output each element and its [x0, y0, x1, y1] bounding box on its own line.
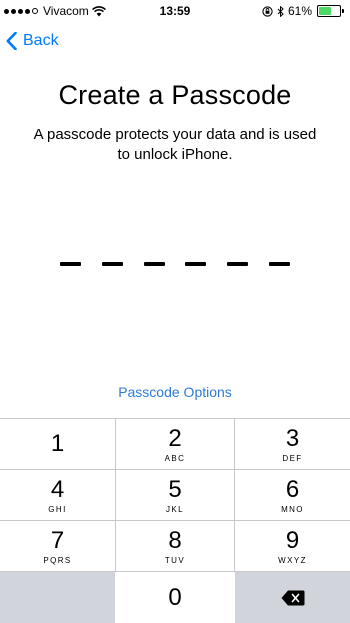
- orientation-lock-icon: [262, 5, 273, 17]
- battery-percentage: 61%: [287, 4, 312, 18]
- passcode-entry-field: [60, 262, 290, 268]
- page-title: Create a Passcode: [58, 80, 292, 110]
- key-letters: DEF: [282, 453, 303, 463]
- key-blank: [0, 571, 115, 623]
- key-digit: 9: [285, 526, 300, 554]
- delete-backspace-icon: [281, 590, 304, 605]
- key-letters: MNO: [281, 504, 304, 514]
- passcode-digit-placeholder: [60, 262, 81, 266]
- status-right: 61%: [262, 4, 344, 18]
- battery-level-fill: [319, 7, 331, 15]
- key-8[interactable]: 8 TUV: [115, 520, 235, 571]
- passcode-digit-placeholder: [268, 262, 290, 266]
- battery-tip: [342, 9, 344, 13]
- key-digit: 6: [285, 475, 300, 503]
- passcode-description: A passcode protects your data and is use…: [33, 126, 317, 163]
- key-4[interactable]: 4 GHI: [0, 469, 115, 520]
- back-label: Back: [23, 32, 59, 49]
- key-1[interactable]: 1: [0, 418, 115, 469]
- key-0[interactable]: 0: [115, 571, 235, 623]
- passcode-digit-placeholder: [185, 262, 207, 266]
- key-7[interactable]: 7 PQRS: [0, 520, 115, 571]
- key-digit: 5: [168, 475, 182, 503]
- key-digit: 7: [50, 526, 65, 554]
- key-letters: TUV: [164, 555, 186, 565]
- key-letters: WXYZ: [278, 555, 307, 565]
- passcode-digit-placeholder: [227, 262, 249, 266]
- key-digit: 2: [168, 424, 182, 452]
- key-letters: PQRS: [43, 555, 72, 565]
- chevron-left-icon: [6, 32, 17, 50]
- key-2[interactable]: 2 ABC: [115, 418, 235, 469]
- back-button[interactable]: Back: [6, 30, 59, 52]
- key-5[interactable]: 5 JKL: [115, 469, 235, 520]
- key-digit: 8: [168, 526, 182, 554]
- delete-button[interactable]: [235, 571, 350, 623]
- bluetooth-icon: [277, 5, 284, 17]
- battery-icon: [317, 5, 341, 17]
- key-letters: ABC: [164, 453, 186, 463]
- passcode-digit-placeholder: [101, 262, 123, 266]
- numeric-keypad: 1 2 ABC 3 DEF 4 GHI 5 JKL 6 MNO 7 PQRS 8…: [0, 418, 350, 623]
- key-digit: 3: [285, 424, 300, 452]
- passcode-digit-placeholder: [143, 262, 165, 266]
- key-letters: JKL: [166, 504, 184, 514]
- key-9[interactable]: 9 WXYZ: [235, 520, 350, 571]
- key-digit: 4: [50, 475, 65, 503]
- passcode-options-link[interactable]: Passcode Options: [0, 384, 350, 400]
- key-3[interactable]: 3 DEF: [235, 418, 350, 469]
- status-bar: Vivacom 13:59 61%: [0, 0, 350, 22]
- key-digit: 0: [168, 583, 182, 611]
- key-letters: GHI: [48, 504, 67, 514]
- key-digit: 1: [50, 430, 65, 457]
- key-6[interactable]: 6 MNO: [235, 469, 350, 520]
